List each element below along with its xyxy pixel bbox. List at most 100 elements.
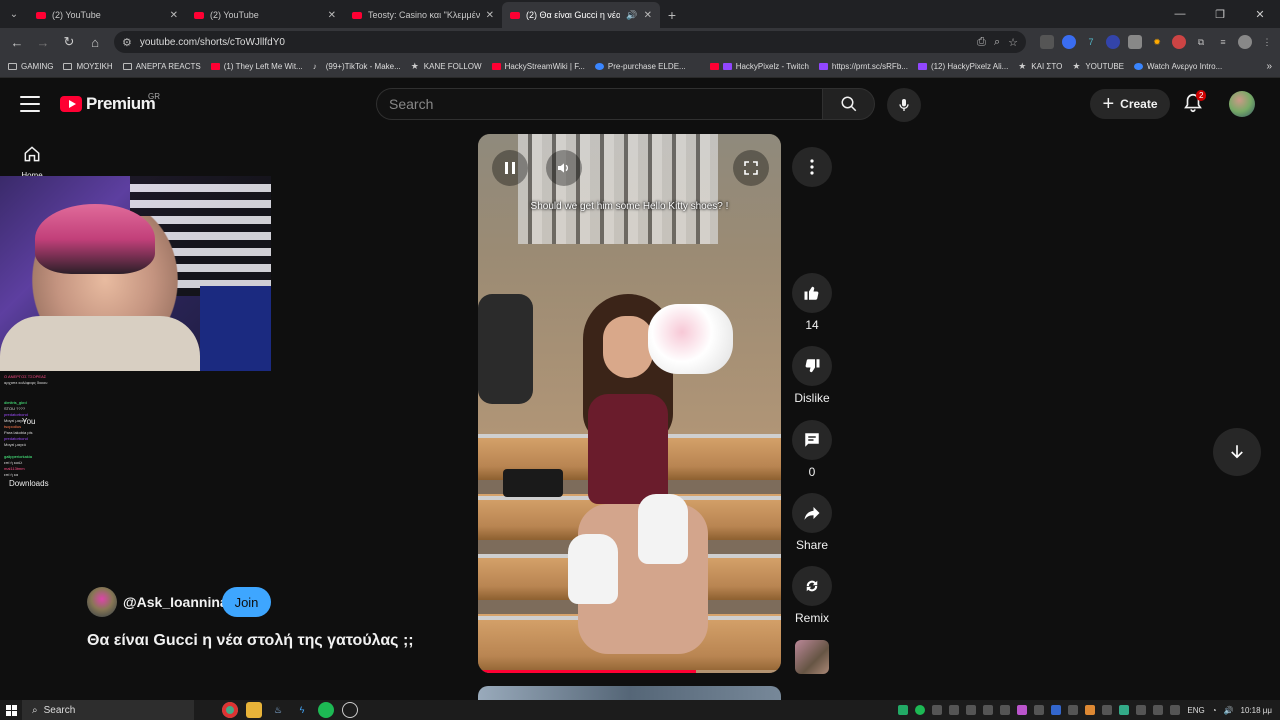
bookmark-kane-follow[interactable]: ★ KANE FOLLOW: [411, 62, 482, 72]
nav-you-label[interactable]: You: [22, 417, 36, 426]
menu-kebab-icon[interactable]: ⋮: [1260, 35, 1274, 49]
tray-icon[interactable]: [983, 705, 994, 715]
tray-icon[interactable]: [915, 705, 926, 715]
search-button[interactable]: [822, 88, 875, 120]
video-progress-bar[interactable]: [478, 670, 781, 673]
puzzle-icon[interactable]: ⧉: [1194, 35, 1208, 49]
more-options-button[interactable]: [792, 147, 832, 187]
tab-search-button[interactable]: ⌄: [0, 0, 28, 28]
tray-icon[interactable]: [1034, 705, 1045, 715]
notifications-button[interactable]: 2: [1182, 90, 1207, 116]
clock[interactable]: 10:18 μμ: [1241, 706, 1272, 715]
channel-avatar[interactable]: [87, 587, 117, 617]
tray-icon[interactable]: [966, 705, 977, 715]
volume-tray-icon[interactable]: 🔊: [1224, 706, 1234, 715]
reload-icon[interactable]: ↻: [58, 31, 80, 53]
tray-icon[interactable]: [949, 705, 960, 715]
extension-icon[interactable]: [1106, 35, 1120, 49]
bookmark-hackypixelz-ali[interactable]: (12) HackyPixelz Ali...: [917, 62, 1008, 71]
tray-icon[interactable]: [1136, 705, 1147, 715]
profile-icon[interactable]: [1238, 35, 1252, 49]
youtube-premium-logo[interactable]: Premium GR: [60, 92, 160, 114]
tray-icon[interactable]: [1068, 705, 1079, 715]
site-info-icon[interactable]: ⚙: [122, 36, 132, 49]
extension-icon[interactable]: [1040, 35, 1054, 49]
pause-button[interactable]: [492, 150, 528, 186]
back-icon[interactable]: ←: [6, 31, 28, 53]
windows-start-icon[interactable]: [0, 700, 22, 720]
tray-icon[interactable]: [1017, 705, 1028, 715]
search-input[interactable]: [389, 96, 822, 112]
minimize-icon[interactable]: —: [1160, 0, 1200, 28]
bookmark-anerga-reacts[interactable]: ΑΝΕΡΓΑ REACTS: [122, 62, 201, 71]
spotify-icon[interactable]: [318, 702, 334, 718]
bookmark-hackystreamwiki[interactable]: HackyStreamWiki | F...: [491, 62, 585, 71]
address-bar[interactable]: ⚙ youtube.com/shorts/cToWJllfdY0 ⎙ ⌕ ☆: [114, 31, 1026, 53]
tray-icon[interactable]: [1051, 705, 1062, 715]
language-indicator[interactable]: ENG: [1187, 706, 1204, 715]
battlenet-icon[interactable]: ϟ: [294, 702, 310, 718]
dislike-button[interactable]: [792, 346, 832, 386]
create-button[interactable]: + Create: [1090, 89, 1170, 119]
hamburger-menu-icon[interactable]: [20, 96, 40, 112]
bookmark-kai-sto[interactable]: ★ ΚΑΙ ΣΤΟ: [1018, 62, 1062, 72]
install-app-icon[interactable]: ⎙: [977, 36, 986, 49]
nav-downloads-label[interactable]: Downloads: [9, 479, 49, 488]
zoom-icon[interactable]: ⌕: [994, 36, 1000, 49]
steam-icon[interactable]: ♨: [270, 702, 286, 718]
next-video-button[interactable]: [1213, 428, 1261, 476]
tab-active-short[interactable]: (2) Θα είναι Gucci η νέα στο 🔊 ✕: [502, 2, 660, 28]
tab-youtube-1[interactable]: (2) YouTube ✕: [28, 2, 186, 28]
bookmark-prnt[interactable]: https://prnt.sc/sRFb...: [818, 62, 908, 71]
chrome-icon[interactable]: [222, 702, 238, 718]
extension-icon[interactable]: [1128, 35, 1142, 49]
audio-source-thumbnail[interactable]: [795, 640, 829, 674]
app-icon[interactable]: [342, 702, 358, 718]
bookmark-tiktok[interactable]: ♪ (99+)TikTok - Make...: [313, 62, 401, 71]
tray-icon[interactable]: [1000, 705, 1011, 715]
extension-icon[interactable]: [1172, 35, 1186, 49]
bookmark-youtube[interactable]: ★ YOUTUBE: [1072, 62, 1124, 72]
share-button[interactable]: [792, 493, 832, 533]
media-control-icon[interactable]: ≡: [1216, 35, 1230, 49]
extension-icon[interactable]: [1062, 35, 1076, 49]
extension-icon[interactable]: 7: [1084, 35, 1098, 49]
volume-button[interactable]: [546, 150, 582, 186]
tray-icon[interactable]: [898, 705, 909, 715]
speaker-icon[interactable]: 🔊: [626, 10, 637, 21]
account-avatar[interactable]: [1229, 91, 1255, 117]
bookmark-hackypixelz-twitch[interactable]: HackyPixelz - Twitch: [709, 62, 809, 71]
bookmark-gaming[interactable]: GAMING: [8, 62, 53, 71]
restore-icon[interactable]: ❐: [1200, 0, 1240, 28]
tab-youtube-2[interactable]: (2) YouTube ✕: [186, 2, 344, 28]
close-tab-icon[interactable]: ✕: [486, 10, 494, 21]
wifi-icon[interactable]: ◔: [1212, 706, 1217, 715]
close-tab-icon[interactable]: ✕: [328, 10, 336, 21]
tray-icon[interactable]: [1153, 705, 1164, 715]
voice-search-button[interactable]: [887, 88, 921, 122]
bookmark-pre-purchase[interactable]: Pre-purchase ELDE...: [594, 62, 686, 71]
fullscreen-button[interactable]: [733, 150, 769, 186]
more-bookmarks-icon[interactable]: »: [1266, 61, 1272, 72]
close-tab-icon[interactable]: ✕: [170, 10, 178, 21]
tray-icon[interactable]: [1119, 705, 1130, 715]
comments-button[interactable]: [792, 420, 832, 460]
tray-icon[interactable]: [932, 705, 943, 715]
nav-home[interactable]: Home: [18, 144, 46, 180]
forward-icon[interactable]: →: [32, 31, 54, 53]
close-window-icon[interactable]: ✕: [1240, 0, 1280, 28]
bookmark-star-icon[interactable]: ☆: [1008, 36, 1018, 49]
home-button-icon[interactable]: ⌂: [84, 31, 106, 53]
new-tab-button[interactable]: +: [660, 2, 684, 28]
tray-icon[interactable]: [1102, 705, 1113, 715]
tab-teosty[interactable]: Teosty: Casino και "Κλεμμένα" » ✕: [344, 2, 502, 28]
shorts-video-player[interactable]: Should we get him some Hello Kitty shoes…: [478, 134, 781, 673]
join-button[interactable]: Join: [222, 587, 271, 617]
file-explorer-icon[interactable]: [246, 702, 262, 718]
bookmark-they-left-me[interactable]: (1) They Left Me Wit...: [210, 62, 303, 71]
bookmark-music[interactable]: ΜΟΥΣΙΚΗ: [63, 62, 113, 71]
tray-icon[interactable]: [1170, 705, 1181, 715]
bookmark-watch-anergo[interactable]: Watch Ανεργο Intro...: [1134, 62, 1222, 71]
tray-icon[interactable]: [1085, 705, 1096, 715]
channel-handle[interactable]: @Ask_Ioannina: [123, 594, 228, 610]
